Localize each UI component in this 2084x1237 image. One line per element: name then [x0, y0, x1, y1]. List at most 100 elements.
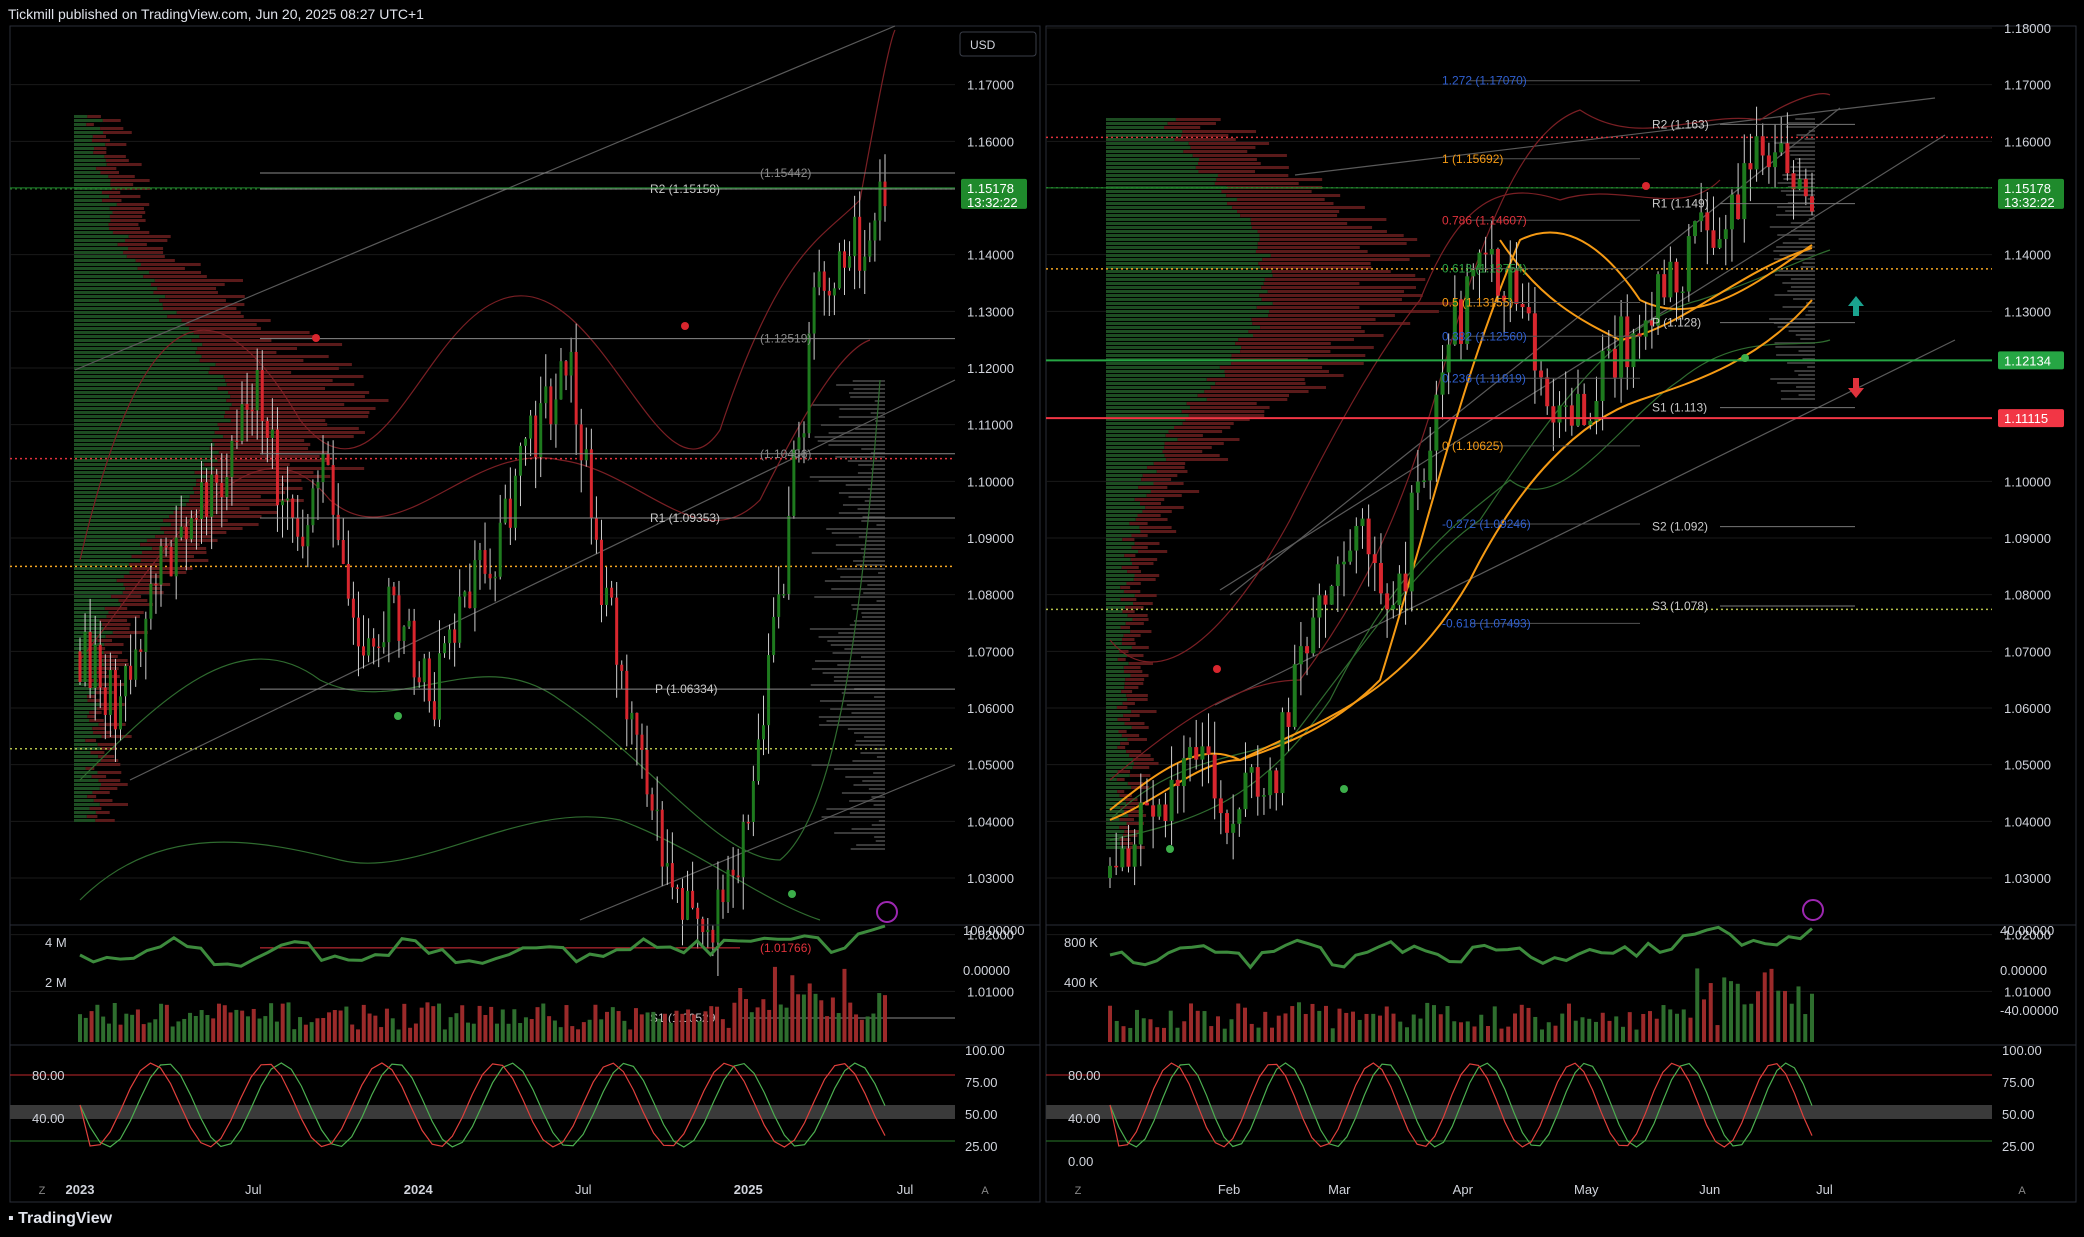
- volume-bar: [778, 1004, 783, 1042]
- volume-bar: [749, 1012, 754, 1042]
- session-profile-bar: [832, 652, 885, 654]
- profile-bar: [99, 803, 128, 806]
- profile-bar: [92, 727, 107, 730]
- time-axis-label: 2025: [734, 1182, 763, 1197]
- profile-bar: [1106, 674, 1131, 677]
- volume-bar: [1627, 1012, 1632, 1042]
- session-profile-bar: [818, 636, 885, 638]
- profile-bar: [1106, 146, 1191, 149]
- profile-bar: [74, 563, 129, 566]
- profile-bar: [1142, 474, 1178, 477]
- candle-body: [1298, 646, 1303, 665]
- profile-bar: [1198, 170, 1256, 173]
- volume-bar: [1634, 1029, 1639, 1042]
- osc-axis-label: 0.00000: [963, 963, 1010, 978]
- session-profile-bar: [826, 808, 885, 810]
- session-profile-bar: [1807, 366, 1815, 368]
- profile-bar: [74, 587, 126, 590]
- candle-body: [255, 369, 259, 411]
- volume-bar: [674, 1010, 679, 1042]
- candle-body: [508, 498, 512, 528]
- right-chart-panel[interactable]: 1.18000 1.17000 1.16000 1.14000 1.13000 1.090…: [1045, 21, 2077, 1203]
- tradingview-brand[interactable]: ▪ TradingView: [8, 1210, 112, 1228]
- profile-bar: [74, 159, 106, 162]
- profile-bar: [1127, 614, 1148, 617]
- volume-bar: [1722, 977, 1727, 1042]
- candle-body: [1231, 823, 1236, 833]
- profile-bar: [149, 271, 202, 274]
- profile-bar: [123, 251, 164, 254]
- profile-bar: [1106, 510, 1143, 513]
- volume-bar: [159, 1003, 164, 1042]
- volume-bar: [801, 994, 806, 1042]
- stoch-band: [1046, 1105, 1992, 1119]
- candle-body: [1532, 313, 1537, 371]
- profile-bar: [1106, 654, 1128, 657]
- candle-body: [1428, 450, 1433, 481]
- chart-canvas[interactable]: 1.17000 1.16000 1.14000 1.13000 1.12000 1.110…: [0, 0, 2084, 1237]
- stoch-axis-label: 100.00: [2002, 1043, 2042, 1058]
- profile-bar: [1106, 354, 1232, 357]
- price-axis-label: 1.13000: [2004, 304, 2051, 319]
- session-profile-bar: [810, 684, 885, 686]
- profile-bar: [85, 739, 97, 742]
- profile-bar: [1106, 518, 1136, 521]
- candle-body: [1680, 291, 1685, 294]
- profile-bar: [1106, 342, 1236, 345]
- price-axis-label: 1.06000: [967, 701, 1014, 716]
- profile-bar: [74, 207, 110, 210]
- profile-bar: [1106, 178, 1217, 181]
- session-profile-bar: [1798, 350, 1815, 352]
- volume-axis-label: 400 K: [1064, 975, 1098, 990]
- volume-bar: [332, 1010, 337, 1042]
- profile-bar: [74, 419, 231, 422]
- left-chart-panel[interactable]: 1.17000 1.16000 1.14000 1.13000 1.12000 1.110…: [9, 25, 1041, 1203]
- level-label: 0 (1.10625): [1442, 439, 1503, 453]
- volume-bar: [78, 1014, 82, 1042]
- candle-body: [1545, 377, 1550, 407]
- session-profile-bar: [845, 484, 885, 486]
- profile-bar: [74, 471, 195, 474]
- candle-body: [777, 594, 781, 617]
- profile-bar: [1134, 498, 1165, 501]
- session-profile-bar: [871, 824, 885, 826]
- profile-bar: [74, 387, 218, 390]
- profile-bar: [74, 495, 190, 498]
- profile-bar: [74, 491, 195, 494]
- candle-body: [524, 438, 528, 446]
- volume-bar: [547, 1016, 552, 1042]
- session-profile-bar: [862, 780, 885, 782]
- volume-bar: [494, 1023, 499, 1042]
- volume-bar: [842, 968, 847, 1042]
- price-axis-label: 1.10000: [967, 474, 1014, 489]
- volume-bar: [1708, 983, 1713, 1042]
- candle-body: [468, 591, 472, 609]
- candle-body: [848, 256, 852, 268]
- volume-bar: [471, 1023, 476, 1042]
- price-axis-label: 1.04000: [2004, 814, 2051, 829]
- osc-axis-label: 100.00000: [963, 923, 1024, 938]
- profile-bar: [74, 391, 229, 394]
- candle-body: [422, 658, 426, 683]
- volume-bar: [1249, 1023, 1254, 1042]
- session-profile-bar: [1776, 214, 1815, 216]
- session-profile-bar: [875, 840, 885, 842]
- profile-bar: [108, 223, 139, 226]
- profile-bar: [1123, 590, 1141, 593]
- session-profile-bar: [836, 568, 885, 570]
- profile-bar: [74, 483, 197, 486]
- profile-bar: [1106, 194, 1227, 197]
- candle-body: [868, 240, 872, 257]
- volume-bar: [715, 1006, 720, 1042]
- stoch-axis-label: 25.00: [2002, 1139, 2035, 1154]
- profile-bar: [135, 259, 175, 262]
- profile-bar: [1106, 738, 1128, 741]
- candle-body: [427, 658, 431, 702]
- candle-body: [1354, 525, 1359, 551]
- volume-bar: [350, 1024, 355, 1042]
- profile-bar: [74, 235, 129, 238]
- profile-bar: [74, 611, 109, 614]
- profile-bar: [154, 279, 243, 282]
- candle-body: [1409, 492, 1414, 592]
- candle-body: [93, 644, 97, 688]
